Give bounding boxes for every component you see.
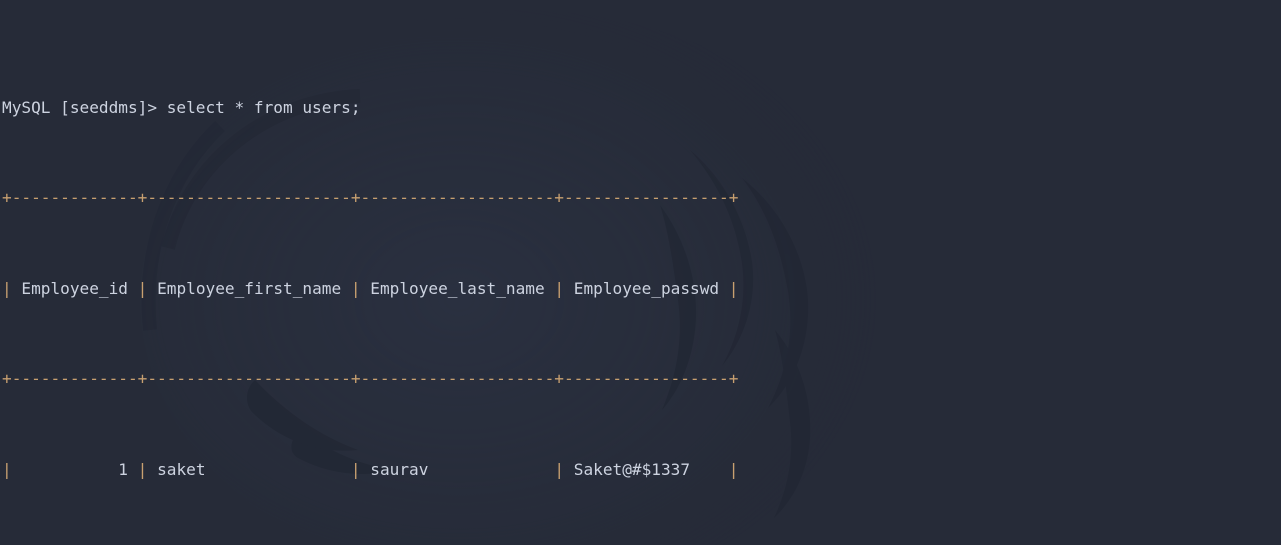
terminal-line-table-row: | 1 | saket | saurav | Saket@#$1337 | [2, 459, 739, 479]
terminal-line-border: +-------------+---------------------+---… [2, 188, 739, 208]
terminal-line-border: +-------------+---------------------+---… [2, 369, 739, 389]
terminal-line-table-header: | Employee_id | Employee_first_name | Em… [2, 278, 739, 298]
terminal-screen: MySQL [seeddms]> select * from users; +-… [0, 0, 1281, 545]
terminal-line-prompt-1: MySQL [seeddms]> select * from users; [2, 97, 361, 117]
terminal-window[interactable]: MySQL [seeddms]> select * from users; +-… [0, 0, 1281, 545]
